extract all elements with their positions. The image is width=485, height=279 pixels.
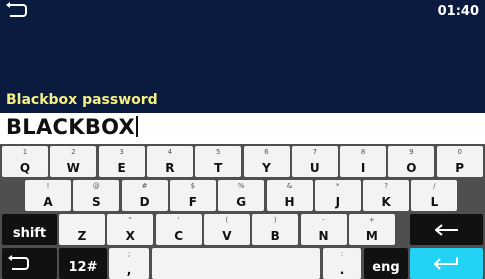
key-b[interactable]: ) B: [252, 214, 299, 245]
key-label: W: [66, 161, 80, 175]
key-label: K: [381, 195, 391, 209]
key-label: T: [214, 161, 223, 175]
key-m[interactable]: + M: [348, 214, 395, 245]
shift-key[interactable]: shift: [2, 214, 57, 245]
key-secondary-label: *: [336, 182, 340, 190]
key-label: I: [360, 161, 366, 175]
key-secondary-label: -: [322, 216, 325, 224]
key-secondary-label: 1: [22, 148, 28, 156]
key-label: M: [365, 229, 378, 243]
key-secondary-label: ): [273, 216, 277, 224]
back-key[interactable]: [2, 248, 57, 279]
key-i[interactable]: 8I: [340, 146, 387, 177]
key-s[interactable]: @ S: [73, 180, 120, 211]
key-secondary-label: ': [177, 216, 180, 224]
key-secondary-label: /: [433, 182, 436, 190]
back-arrow-icon: [8, 255, 29, 270]
key-label: P: [455, 161, 465, 175]
key-label: A: [43, 195, 53, 209]
key-secondary-label: 7: [312, 148, 318, 156]
key-secondary-label: 0: [457, 148, 462, 156]
key-secondary-label: 5: [215, 148, 221, 156]
key-u[interactable]: 7U: [291, 146, 338, 177]
backspace-key[interactable]: [410, 214, 483, 245]
key-c[interactable]: ' C: [155, 214, 202, 245]
key-g[interactable]: % G: [218, 180, 265, 211]
key-secondary-label: ?: [384, 182, 388, 190]
key-secondary-label: &: [286, 182, 293, 190]
key-w[interactable]: 2W: [50, 146, 97, 177]
key-secondary-label: @: [92, 182, 100, 190]
key-v[interactable]: (V: [203, 214, 250, 245]
key-q[interactable]: 1Q: [2, 146, 48, 177]
key-p[interactable]: 0P: [436, 146, 483, 177]
key-label: O: [406, 161, 417, 175]
key-secondary-label: ": [128, 216, 132, 224]
key-label: J: [335, 195, 341, 209]
key-secondary-label: %: [237, 182, 245, 190]
key-k[interactable]: ? K: [363, 180, 410, 211]
key-period[interactable]: : .: [323, 248, 361, 279]
key-label: H: [284, 195, 295, 209]
key-secondary-label: 3: [119, 148, 124, 156]
header-bar: 01:40 Blackbox password: [0, 0, 485, 113]
key-secondary-label: 2: [71, 148, 76, 156]
key-l[interactable]: / L: [411, 180, 458, 211]
key-secondary-label: (: [225, 216, 229, 224]
on-screen-keyboard: 1Q2W3E4R5T6Y7U8I9O0P ! A @ S # D $ F% G & H * J? K / L …: [0, 144, 485, 279]
key-label: X: [125, 229, 135, 243]
key-z[interactable]: Z: [59, 214, 105, 245]
enter-arrow-icon: [433, 257, 458, 270]
back-arrow-icon[interactable]: [6, 2, 28, 18]
key-label: F: [188, 195, 197, 209]
text-caret: [136, 116, 139, 137]
key-label: N: [318, 229, 329, 243]
key-j[interactable]: * J: [314, 180, 361, 211]
key-o[interactable]: 9O: [388, 146, 435, 177]
key-x[interactable]: " X: [107, 214, 154, 245]
key-label: V: [222, 229, 232, 243]
key-secondary-label: 6: [264, 148, 269, 156]
numeric-mode-key[interactable]: 12#: [59, 248, 107, 279]
key-label: G: [236, 195, 247, 209]
key-y[interactable]: 6Y: [243, 146, 290, 177]
key-secondary-label: #: [141, 182, 148, 190]
key-label: E: [117, 161, 126, 175]
key-d[interactable]: # D: [121, 180, 168, 211]
password-input[interactable]: BLACKBOX: [0, 113, 485, 144]
key-h[interactable]: & H: [266, 180, 313, 211]
key-comma[interactable]: ; ,: [109, 248, 149, 279]
key-label: D: [139, 195, 150, 209]
key-label: Y: [262, 161, 271, 175]
field-label: Blackbox password: [6, 92, 158, 108]
key-label: U: [309, 161, 320, 175]
key-secondary-label: +: [368, 216, 375, 224]
enter-key[interactable]: [410, 248, 483, 279]
key-secondary-label: !: [46, 182, 50, 190]
key-secondary-label: 8: [360, 148, 366, 156]
key-label: L: [430, 195, 439, 209]
space-key[interactable]: [152, 248, 320, 279]
key-label: S: [91, 195, 101, 209]
key-secondary-label: 9: [409, 148, 414, 156]
key-secondary-label: 4: [167, 148, 173, 156]
key-secondary-label: $: [190, 182, 196, 190]
key-label: R: [165, 161, 175, 175]
key-t[interactable]: 5T: [195, 146, 242, 177]
key-label: C: [174, 229, 183, 243]
language-key[interactable]: eng: [364, 248, 408, 279]
key-f[interactable]: $ F: [169, 180, 216, 211]
key-r[interactable]: 4R: [146, 146, 193, 177]
clock: 01:40: [437, 4, 479, 19]
key-a[interactable]: ! A: [25, 180, 71, 211]
backspace-arrow-icon: [435, 224, 458, 236]
key-n[interactable]: -N: [300, 214, 347, 245]
password-value: BLACKBOX: [6, 115, 139, 139]
key-e[interactable]: 3E: [98, 146, 145, 177]
key-label: Z: [77, 229, 87, 243]
key-label: B: [270, 229, 280, 243]
key-label: Q: [19, 161, 31, 175]
